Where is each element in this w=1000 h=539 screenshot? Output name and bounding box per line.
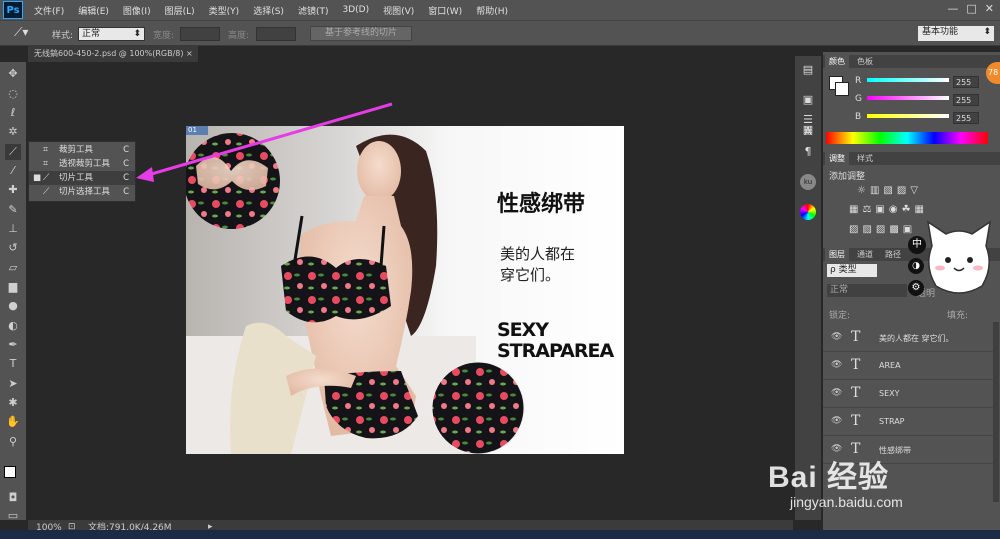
adjustment-icons-row-3[interactable]: ▨▨▨▩▣	[849, 224, 916, 235]
layer-row[interactable]: 👁 T SEXY	[823, 380, 993, 408]
tab-paths[interactable]: 路径	[881, 248, 905, 261]
tab-styles[interactable]: 样式	[853, 152, 877, 165]
visibility-eye-icon: 👁	[831, 332, 843, 342]
blend-mode-select[interactable]: 正常	[827, 284, 907, 297]
color-spectrum[interactable]	[826, 132, 988, 144]
tab-layers[interactable]: 图层	[825, 248, 849, 261]
lock-label: 锁定:	[829, 311, 851, 321]
g-value[interactable]: 255	[953, 94, 979, 106]
channel-g-label: G	[855, 94, 862, 104]
channel-r-label: R	[855, 76, 862, 86]
visibility-eye-icon: 👁	[831, 388, 843, 398]
r-slider[interactable]	[867, 78, 949, 82]
adjustment-icons-row-2[interactable]: ▦⚖▣◉☘▦	[849, 204, 928, 215]
adjustment-icons-row-1[interactable]: ☼▥▧▨▽	[857, 185, 922, 196]
text-layer-icon: T	[851, 413, 861, 429]
character-panel-icon[interactable]: A	[800, 124, 816, 140]
cat-mascot-icon[interactable]	[924, 216, 994, 300]
color-wheel-icon[interactable]	[800, 204, 816, 220]
text-layer-icon: T	[851, 329, 861, 345]
text-layer-icon: T	[851, 357, 861, 373]
layer-row[interactable]: 👁 T 美的人都在 穿它们。	[823, 324, 993, 352]
add-adjustment-title: 添加调整	[829, 172, 866, 182]
collapsed-panel-strip: ▤ ▣ ☰ ▦ A ¶ ku	[795, 56, 821, 520]
moon-icon[interactable]: ◑	[908, 258, 924, 274]
tab-color[interactable]: 颜色	[825, 55, 849, 68]
fill-label: 填充:	[947, 311, 969, 321]
g-slider[interactable]	[867, 96, 949, 100]
layer-row[interactable]: 👁 T STRAP	[823, 408, 993, 436]
gear-icon[interactable]: ⚙	[908, 280, 924, 296]
tab-adjustments[interactable]: 调整	[825, 152, 849, 165]
layer-filter-select[interactable]: ρ 类型	[827, 264, 877, 277]
visibility-eye-icon: 👁	[831, 360, 843, 370]
b-slider[interactable]	[867, 114, 949, 118]
r-value[interactable]: 255	[953, 76, 979, 88]
tab-swatches[interactable]: 色板	[853, 55, 877, 68]
layers-scrollbar[interactable]	[993, 322, 999, 502]
tab-channels[interactable]: 通道	[853, 248, 877, 261]
actions-panel-icon[interactable]: ▣	[800, 92, 816, 108]
history-panel-icon[interactable]: ▤	[800, 62, 816, 78]
baidu-watermark: Bai 经验	[768, 461, 890, 494]
watermark-url: jingyan.baidu.com	[790, 494, 903, 510]
ku-plugin-icon[interactable]: ku	[800, 174, 816, 190]
windows-taskbar	[0, 530, 1000, 539]
visibility-eye-icon: 👁	[831, 416, 843, 426]
text-layer-icon: T	[851, 385, 861, 401]
b-value[interactable]: 255	[953, 112, 979, 124]
bg-color-chip[interactable]	[835, 82, 849, 96]
layer-row[interactable]: 👁 T AREA	[823, 352, 993, 380]
channel-b-label: B	[855, 112, 862, 122]
paragraph-panel-icon[interactable]: ¶	[800, 144, 816, 160]
